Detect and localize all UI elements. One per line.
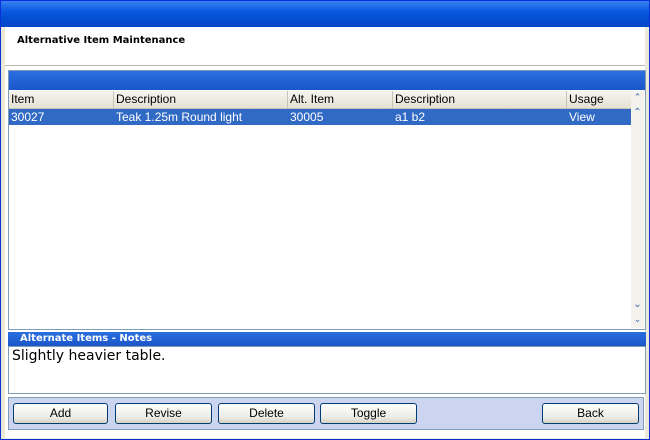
table-row[interactable]: 30027 Teak 1.25m Round light 30005 a1 b2… — [9, 109, 631, 125]
delete-button[interactable]: Delete — [218, 403, 315, 424]
column-header-description[interactable]: Description — [114, 91, 288, 108]
chevron-up-icon[interactable]: ⌃ — [631, 91, 644, 105]
main-window: Alternative Item Maintenance Item Descri… — [0, 0, 650, 440]
page-header: Alternative Item Maintenance — [5, 27, 645, 66]
back-button[interactable]: Back — [542, 403, 639, 424]
column-header-usage[interactable]: Usage — [567, 91, 631, 108]
notes-panel-header: Alternate Items - Notes — [8, 332, 646, 346]
revise-button[interactable]: Revise — [115, 403, 212, 424]
notes-textarea[interactable]: Slightly heavier table. — [8, 346, 646, 394]
double-chevron-up-icon[interactable]: ⌃​ — [631, 106, 644, 120]
window-titlebar[interactable] — [1, 1, 649, 27]
alternate-items-grid: Item Description Alt. Item Description U… — [8, 70, 646, 330]
cell-usage: View — [569, 110, 595, 124]
page-title: Alternative Item Maintenance — [17, 35, 186, 46]
cell-alt-item: 30005 — [290, 110, 324, 124]
toggle-button[interactable]: Toggle — [320, 403, 417, 424]
column-header-alt-description[interactable]: Description — [393, 91, 567, 108]
column-header-alt-item[interactable]: Alt. Item — [288, 91, 393, 108]
column-header-item[interactable]: Item — [9, 91, 114, 108]
cell-alt-description: a1 b2 — [395, 110, 426, 124]
grid-header-strip — [9, 71, 645, 90]
add-button[interactable]: Add — [13, 403, 108, 424]
chevron-down-icon[interactable]: ⌄ — [631, 313, 644, 327]
button-bar: Add Revise Delete Toggle Back — [8, 397, 644, 430]
cell-item: 30027 — [11, 110, 45, 124]
content-panel: Item Description Alt. Item Description U… — [5, 66, 646, 438]
notes-text: Slightly heavier table. — [12, 348, 166, 364]
double-chevron-down-icon[interactable]: ⌄ — [631, 298, 644, 312]
cell-description: Teak 1.25m Round light — [116, 110, 243, 124]
grid-scrollbar[interactable]: ⌃ ⌃​ ⌄ ⌄ — [631, 91, 644, 328]
grid-column-headers: Item Description Alt. Item Description U… — [9, 91, 631, 109]
